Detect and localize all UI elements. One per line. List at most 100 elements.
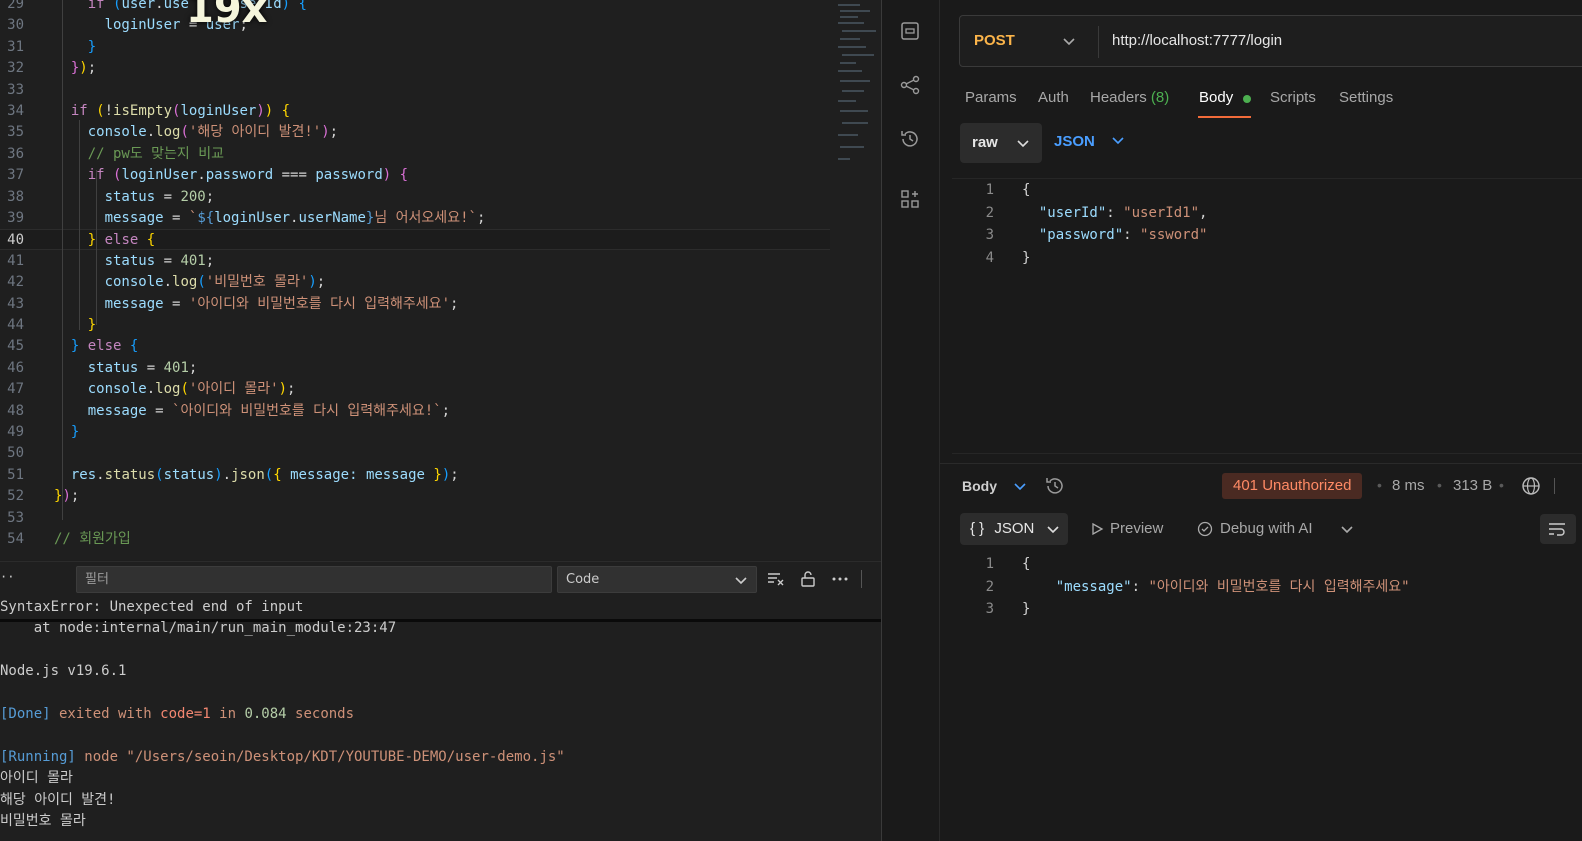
body-mode-select[interactable]: raw [960,123,1042,163]
code-line[interactable]: 32 }); [0,58,830,79]
code-line[interactable]: 47 console.log('아이디 몰라'); [0,379,830,400]
apps-icon[interactable] [899,188,923,212]
tab-settings[interactable]: Settings [1339,89,1393,106]
code-token: ; [205,252,215,269]
minimap[interactable] [832,0,880,170]
debug-with-ai-button[interactable]: Debug with AI [1196,520,1313,538]
history-icon[interactable] [899,128,923,152]
code-text: message = `${loginUser.userName}님 어서오세요!… [54,208,486,229]
code-line[interactable]: 33 [0,80,830,101]
output-token: exited with [50,706,161,722]
output-panel[interactable]: SyntaxError: Unexpected end of input at … [0,597,881,841]
chevron-down-icon [1013,479,1027,496]
code-token: } [70,424,80,440]
json-text: } [1022,247,1030,269]
chevron-down-icon [734,573,748,591]
wrap-lines-button[interactable] [1540,514,1576,544]
code-token: ) [214,466,223,483]
tab-headers[interactable]: Headers (8) [1090,89,1169,106]
code-text: if (loginUser.password === password) { [54,165,408,186]
code-line[interactable]: 51 res.status(status).json({ message: me… [0,465,830,486]
output-line: 아이디 몰라 [0,768,73,789]
more-actions-icon[interactable] [830,569,852,591]
body-type-select[interactable]: JSON [1054,133,1125,151]
globe-icon[interactable] [1520,475,1542,502]
response-history-icon[interactable] [1044,475,1066,502]
code-token: . [163,274,173,291]
code-line[interactable]: 31 } [0,37,830,58]
code-line[interactable]: 48 message = `아이디와 비밀번호를 다시 입력해주세요!`; [0,401,830,422]
url-input[interactable]: http://localhost:7777/login [1112,32,1282,49]
output-filter-input[interactable] [76,566,552,593]
response-format-select[interactable]: { } JSON [960,513,1068,545]
code-editor[interactable]: 29 if (user.use userId) {30 loginUser = … [0,0,881,560]
code-line[interactable]: 35 console.log('해당 아이디 발견!'); [0,122,830,143]
code-line[interactable]: 38 status = 200; [0,187,830,208]
code-text: console.log('아이디 몰라'); [54,379,296,400]
code-token: status [163,466,215,483]
more-icon[interactable]: ·· [0,570,14,584]
code-token: = [146,402,173,419]
code-line[interactable]: 40 } else { [0,229,830,251]
chevron-down-icon[interactable] [1062,34,1076,53]
request-body-editor[interactable]: 1 {2 "userId": "userId1", 3 "password": "s… [952,178,1582,454]
tab-body[interactable]: Body [1199,89,1233,106]
output-token: 아이디 몰라 [0,770,73,787]
code-line[interactable]: 45 } else { [0,336,830,357]
code-token: ( [96,103,105,119]
code-line[interactable]: 44 } [0,315,830,336]
code-line[interactable]: 36 // pw도 맞는지 비교 [0,144,830,165]
code-token: // 회원가입 [54,531,131,547]
code-token: loginUser [121,167,198,184]
code-token: ; [450,466,459,483]
code-line[interactable]: 29 if (user.use userId) { [0,0,830,15]
http-method-select[interactable]: POST [974,32,1015,49]
code-token: status [104,466,156,483]
tab-auth[interactable]: Auth [1038,89,1069,106]
line-number: 34 [7,103,24,119]
json-text: { [1022,179,1030,201]
code-line[interactable]: 53 [0,508,830,529]
body-type-value: JSON [1054,133,1095,150]
json-token: { [1022,556,1031,572]
response-body-select[interactable]: Body [962,478,1027,496]
code-line[interactable]: 52}); [0,486,830,507]
collection-icon[interactable] [899,20,923,44]
code-line[interactable]: 54 // 회원가입 [0,529,830,550]
output-channel-select[interactable]: Code [557,566,757,593]
code-line[interactable]: 49 } [0,422,830,443]
lock-icon[interactable] [798,569,820,591]
flow-icon[interactable] [899,74,923,98]
line-number: 1 [985,556,994,572]
response-body-label: Body [962,478,997,494]
code-line[interactable]: 42 console.log('비밀번호 몰라'); [0,272,830,293]
tab-params[interactable]: Params [965,89,1017,106]
code-token: . [96,466,105,483]
code-token: ; [329,124,339,141]
code-line[interactable]: 39 message = `${loginUser.userName}님 어서오… [0,208,830,229]
code-line[interactable]: 50 [0,443,830,464]
chevron-down-icon[interactable] [1340,522,1354,541]
indent-guide [79,120,80,330]
line-number: 48 [7,402,24,419]
code-line[interactable]: 37 if (loginUser.password === password) … [0,165,830,186]
line-number: 31 [7,38,24,55]
code-line[interactable]: 46 status = 401; [0,358,830,379]
code-line[interactable]: 41 status = 401; [0,251,830,272]
preview-button[interactable]: Preview [1090,520,1163,537]
line-number: 43 [7,295,24,312]
play-icon [1092,522,1104,536]
code-line[interactable]: 34 if (!isEmpty(loginUser)) { [0,101,830,122]
code-line[interactable]: 30 loginUser = user; [0,15,830,36]
output-token: code=1 [160,706,211,722]
code-line[interactable]: 43 message = '아이디와 비밀번호를 다시 입력해주세요'; [0,294,830,315]
response-body-viewer[interactable]: 1 {2 "message": "아이디와 비밀번호를 다시 입력해주세요" 3} [952,553,1582,643]
code-token: = [163,210,189,226]
code-text: console.log('해당 아이디 발견!'); [54,122,338,143]
tab-scripts[interactable]: Scripts [1270,89,1316,106]
clear-output-icon[interactable] [766,569,788,591]
